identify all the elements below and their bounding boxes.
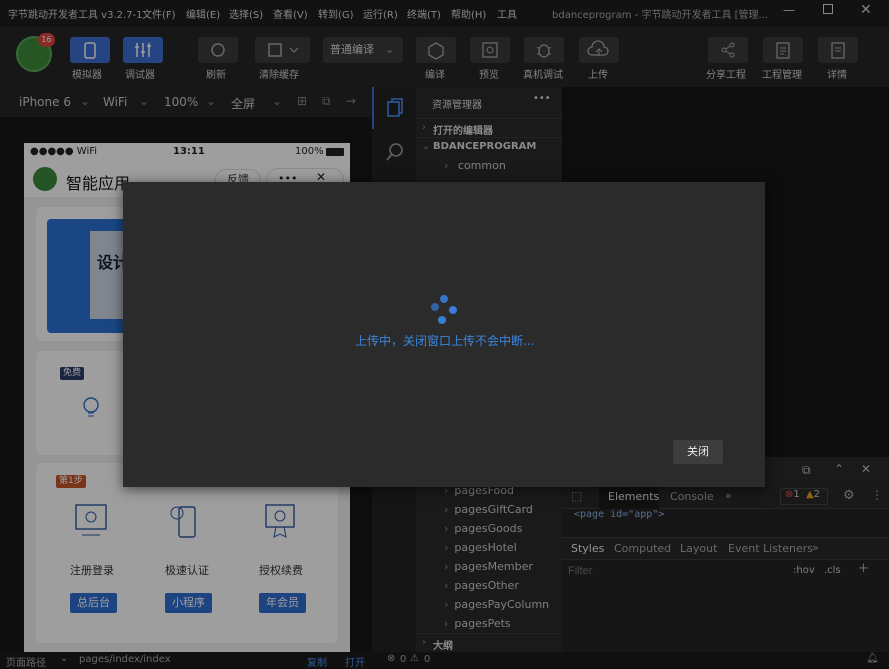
loading-spinner-icon	[426, 295, 457, 329]
spinner-dot	[449, 306, 457, 314]
spinner-dot	[438, 316, 446, 324]
close-dialog-button[interactable]: 关闭	[673, 440, 723, 464]
upload-message: 上传中，关闭窗口上传不会中断...	[355, 334, 535, 348]
upload-dialog: 上传中，关闭窗口上传不会中断... 关闭	[123, 182, 765, 487]
spinner-dot	[440, 295, 448, 303]
spinner-dot	[431, 303, 439, 311]
